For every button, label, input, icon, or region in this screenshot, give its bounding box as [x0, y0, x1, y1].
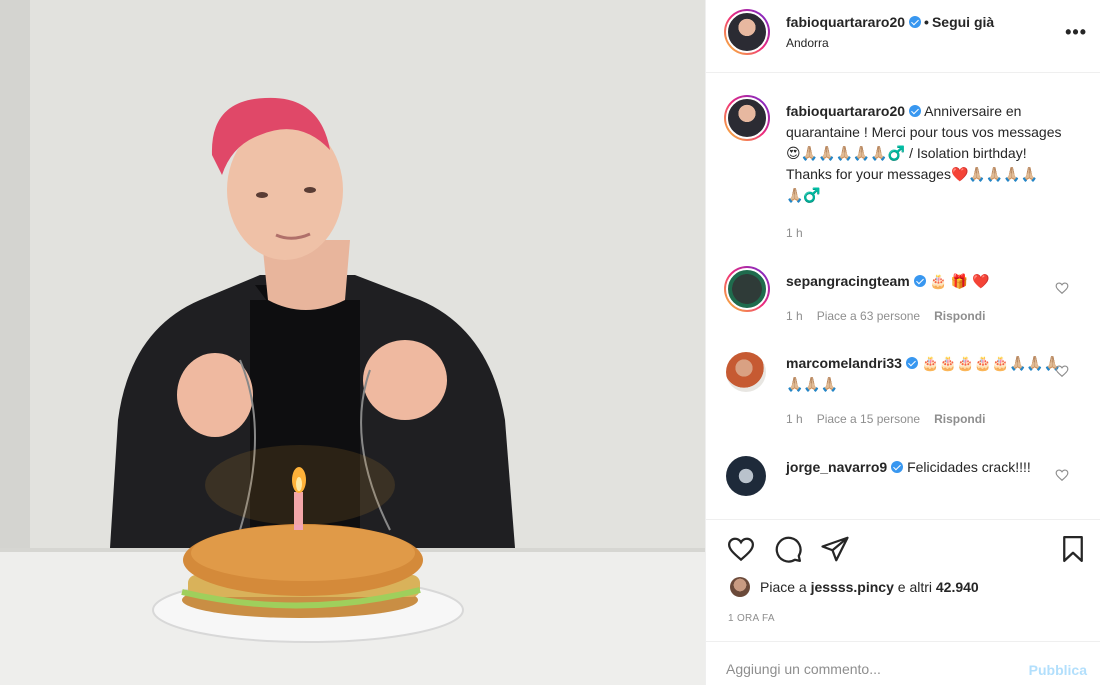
caption-username[interactable]: fabioquartararo20	[786, 103, 905, 119]
post-photo[interactable]	[0, 0, 705, 685]
comment-text: sepangracingteam 🎂 🎁 ❤️	[786, 271, 1071, 292]
comment-meta: 1 h Piace a 15 persone Rispondi	[786, 412, 999, 426]
post-header: fabioquartararo20 • Segui già Andorra •••	[706, 0, 1100, 73]
comment-body: Felicidades crack!!!!	[907, 459, 1031, 475]
verified-badge-icon	[909, 16, 922, 28]
like-comment-heart-icon[interactable]	[1055, 468, 1069, 482]
comment-item: marcomelandri33 🎂🎂🎂🎂🎂🙏🏼🙏🏼🙏🏼🙏🏼🙏🏼🙏🏼 1 h Pia…	[706, 350, 1100, 430]
publish-button[interactable]: Pubblica	[1029, 662, 1087, 678]
follow-button[interactable]: Segui già	[932, 14, 994, 30]
verified-badge-icon	[905, 357, 918, 369]
comment-bubble-icon[interactable]	[773, 534, 803, 564]
caption-meta: 1 h	[786, 226, 817, 240]
comment-text: jorge_navarro9 Felicidades crack!!!!	[786, 457, 1071, 478]
caption: fabioquartararo20 Anniversaire en quaran…	[706, 95, 1100, 245]
likes-prefix: Piace a	[760, 579, 807, 595]
caption-avatar[interactable]	[724, 95, 770, 141]
comment-body: 🎂 🎁 ❤️	[929, 273, 990, 289]
separator-dot: •	[924, 14, 929, 30]
comment-item: sepangracingteam 🎂 🎁 ❤️ 1 h Piace a 63 pe…	[706, 264, 1100, 334]
comment-likes[interactable]: Piace a 15 persone	[817, 412, 920, 426]
like-comment-heart-icon[interactable]	[1055, 364, 1069, 378]
caption-time[interactable]: 1 h	[786, 226, 803, 240]
comment-avatar[interactable]	[726, 456, 766, 496]
comment-time[interactable]: 1 h	[786, 309, 803, 323]
verified-badge-icon	[891, 461, 904, 473]
birthday-photo-illustration	[0, 0, 705, 685]
comment-username[interactable]: jorge_navarro9	[786, 459, 887, 475]
like-heart-icon[interactable]	[726, 534, 756, 564]
post-actions: Piace a jessss.pincy e altri 42.940 1 OR…	[706, 519, 1100, 695]
comment-item: jorge_navarro9 Felicidades crack!!!!	[706, 454, 1100, 514]
comment-avatar[interactable]	[724, 266, 770, 312]
comment-username[interactable]: sepangracingteam	[786, 273, 910, 289]
liked-by-username[interactable]: jessss.pincy	[811, 579, 894, 595]
likes-summary: Piace a jessss.pincy e altri 42.940	[730, 577, 979, 597]
share-paper-plane-icon[interactable]	[820, 534, 850, 564]
save-bookmark-icon[interactable]	[1058, 534, 1088, 564]
comment-meta: 1 h Piace a 63 persone Rispondi	[786, 309, 999, 323]
comment-avatar[interactable]	[726, 352, 766, 392]
add-comment-input[interactable]	[726, 654, 1006, 684]
post-timestamp[interactable]: 1 ORA FA	[728, 613, 775, 624]
post-sidebar: fabioquartararo20 • Segui già Andorra ••• …	[705, 0, 1100, 685]
more-options-icon[interactable]: •••	[1065, 22, 1087, 43]
instagram-post: fabioquartararo20 • Segui già Andorra ••• …	[0, 0, 1100, 685]
author-username[interactable]: fabioquartararo20	[786, 14, 905, 30]
header-username-row: fabioquartararo20 • Segui già	[786, 14, 994, 30]
author-avatar[interactable]	[724, 9, 770, 55]
caption-text: fabioquartararo20 Anniversaire en quaran…	[786, 101, 1071, 206]
verified-badge-icon	[909, 105, 922, 117]
comment-likes[interactable]: Piace a 63 persone	[817, 309, 920, 323]
liked-by-avatar[interactable]	[730, 577, 750, 597]
likes-mid: e altri	[897, 579, 932, 595]
likes-count[interactable]: 42.940	[936, 579, 979, 595]
add-comment-bar: Pubblica	[706, 641, 1100, 697]
comment-time[interactable]: 1 h	[786, 412, 803, 426]
comment-text: marcomelandri33 🎂🎂🎂🎂🎂🙏🏼🙏🏼🙏🏼🙏🏼🙏🏼🙏🏼	[786, 353, 1071, 395]
reply-button[interactable]: Rispondi	[934, 412, 985, 426]
location-link[interactable]: Andorra	[786, 36, 829, 50]
comments-list[interactable]: fabioquartararo20 Anniversaire en quaran…	[706, 74, 1100, 519]
verified-badge-icon	[913, 275, 926, 287]
like-comment-heart-icon[interactable]	[1055, 281, 1069, 295]
comment-username[interactable]: marcomelandri33	[786, 355, 902, 371]
reply-button[interactable]: Rispondi	[934, 309, 985, 323]
